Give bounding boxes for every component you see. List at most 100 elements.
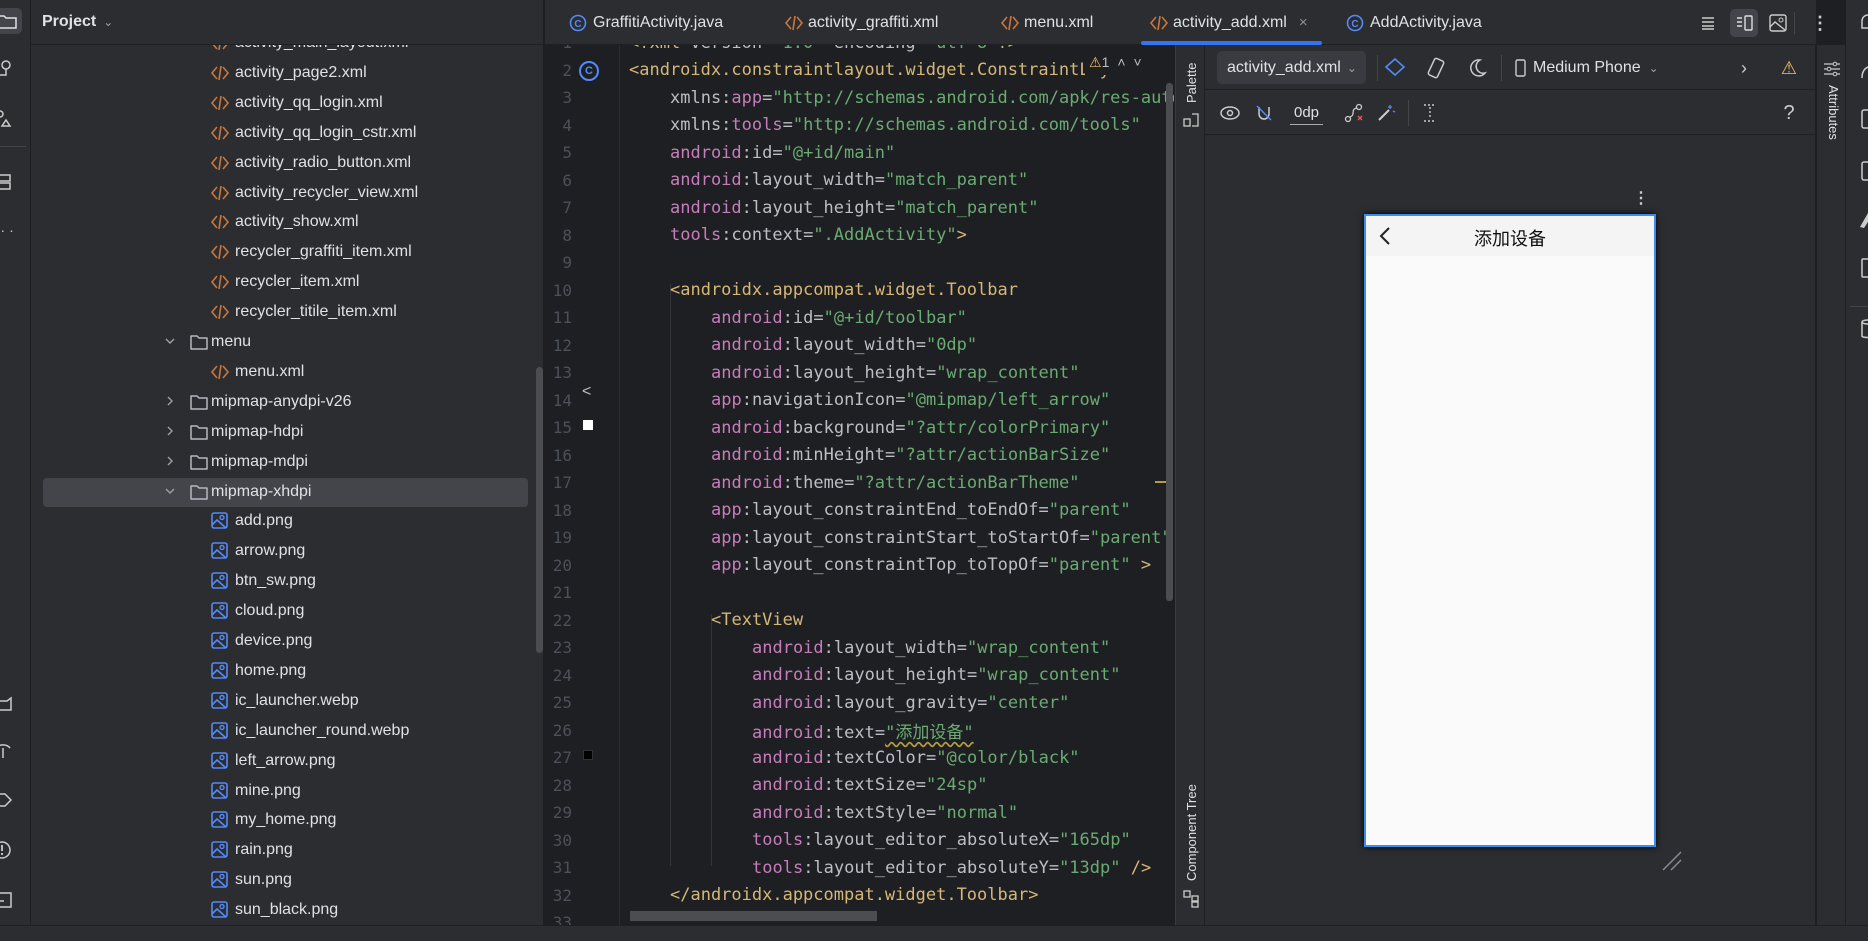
tree-file[interactable]: activity_main_layout.xml — [31, 45, 543, 58]
code-line[interactable]: 6 android:layout_width="match_parent" — [545, 166, 1174, 194]
code-line[interactable]: 3 xmlns:app="http://schemas.android.com/a… — [545, 84, 1174, 112]
tree-file[interactable]: my_home.png — [31, 805, 543, 835]
layout-preview-device[interactable]: 添加设备 — [1364, 214, 1656, 847]
code-line[interactable]: 4 xmlns:tools="http://schemas.android.com… — [545, 111, 1174, 139]
emulator-icon[interactable] — [1860, 257, 1868, 279]
component-tree-icon[interactable] — [1183, 890, 1199, 913]
gemini-icon[interactable] — [1858, 60, 1868, 82]
code-line[interactable]: 2 <androidx.constraintlayout.widget.Const… — [545, 56, 1174, 84]
code-line[interactable]: 28 android:textSize="24sp" — [545, 771, 1174, 799]
warning-icon[interactable]: ⚠ — [1777, 56, 1801, 80]
close-tab-icon[interactable]: × — [1299, 14, 1308, 31]
code-line[interactable]: 14 app:navigationIcon="@mipmap/left_arrow… — [545, 386, 1174, 414]
color-preview-white-icon[interactable] — [583, 420, 593, 430]
editor-tab[interactable]: C GraffitiActivity.java — [569, 0, 723, 45]
editor-tab[interactable]: activity_add.xml × — [1149, 0, 1308, 45]
resize-handle-icon[interactable] — [1661, 850, 1683, 872]
editor-tab[interactable]: C AddActivity.java — [1346, 0, 1482, 45]
code-line[interactable]: 32 </androidx.appcompat.widget.Toolbar> — [545, 881, 1174, 909]
tree-file[interactable]: cloud.png — [31, 596, 543, 626]
code-line[interactable]: 27 android:textColor="@color/black" — [545, 744, 1174, 772]
tree-file[interactable]: activity_qq_login.xml — [31, 88, 543, 118]
chevron-down-icon[interactable] — [163, 334, 177, 348]
more-tools-icon[interactable]: · · · — [0, 222, 14, 242]
chevron-down-icon[interactable] — [163, 484, 177, 498]
code-line[interactable]: 30 tools:layout_editor_absoluteX="165dp" — [545, 826, 1174, 854]
code-line[interactable]: 26 android:text="添加设备" — [545, 716, 1174, 744]
infer-constraints-wand-icon[interactable] — [1374, 101, 1398, 125]
guidelines-icon[interactable] — [1418, 101, 1442, 125]
running-devices-icon[interactable] — [1860, 160, 1868, 182]
code-line[interactable]: 21 — [545, 579, 1174, 607]
editor-vertical-scrollbar[interactable] — [1166, 83, 1173, 601]
tree-file[interactable]: activity_page2.xml — [31, 58, 543, 88]
code-line[interactable]: 5 android:id="@+id/main" — [545, 139, 1174, 167]
code-line[interactable]: 11 android:id="@+id/toolbar" — [545, 304, 1174, 332]
tree-file[interactable]: activity_recycler_view.xml — [31, 178, 543, 208]
code-line[interactable]: 13 android:layout_height="wrap_content" — [545, 359, 1174, 387]
code-line[interactable]: 1 <?xml version="1.0" encoding="utf-8"?> — [545, 45, 1174, 56]
autoconnect-magnet-icon[interactable] — [1252, 101, 1276, 125]
code-line[interactable]: 22 <TextView — [545, 606, 1174, 634]
design-view-button[interactable] — [1766, 11, 1790, 35]
pull-requests-icon[interactable] — [0, 109, 14, 129]
database-icon[interactable] — [1860, 318, 1868, 340]
code-line[interactable]: 23 android:layout_width="wrap_content" — [545, 634, 1174, 662]
navigation-icon-preview[interactable]: < — [582, 383, 591, 401]
tree-file[interactable]: ic_launcher_round.webp — [31, 716, 543, 746]
previous-highlight-icon[interactable]: ˄ — [1117, 54, 1125, 70]
code-line[interactable]: 29 android:textStyle="normal" — [545, 799, 1174, 827]
inspection-widget[interactable]: ⚠1 ˄ ˅ — [1085, 49, 1173, 75]
split-view-button[interactable] — [1730, 9, 1758, 37]
palette-tab[interactable]: Palette — [1184, 63, 1199, 103]
code-line[interactable]: 19 app:layout_constraintStart_toStartOf="… — [545, 524, 1174, 552]
next-highlight-icon[interactable]: ˅ — [1134, 54, 1142, 70]
code-line[interactable]: 7 android:layout_height="match_parent" — [545, 194, 1174, 222]
code-line[interactable]: 20 app:layout_constraintTop_toTopOf="pare… — [545, 551, 1174, 579]
tree-file[interactable]: left_arrow.png — [31, 746, 543, 776]
chevron-right-icon[interactable]: › — [1732, 56, 1756, 80]
tree-file[interactable]: recycler_titile_item.xml — [31, 297, 543, 327]
code-line[interactable]: 24 android:layout_height="wrap_content" — [545, 661, 1174, 689]
orientation-icon[interactable] — [1424, 56, 1448, 80]
build-icon[interactable] — [0, 790, 14, 810]
tree-file[interactable]: mine.png — [31, 776, 543, 806]
tree-folder[interactable]: mipmap-anydpi-v26 — [31, 387, 543, 417]
default-margin-button[interactable]: 0dp — [1290, 101, 1324, 125]
palette-icon[interactable] — [1183, 111, 1199, 132]
tree-file[interactable]: arrow.png — [31, 536, 543, 566]
color-preview-black-icon[interactable] — [583, 750, 593, 760]
project-tree-scrollbar[interactable] — [536, 367, 543, 653]
tree-file[interactable]: menu.xml — [31, 357, 543, 387]
tree-file[interactable]: add.png — [31, 506, 543, 536]
code-line[interactable]: 10 <androidx.appcompat.widget.Toolbar — [545, 276, 1174, 304]
layout-file-dropdown[interactable]: activity_add.xml ⌄ — [1217, 51, 1366, 84]
attributes-tab[interactable]: Attributes — [1826, 85, 1841, 140]
code-line[interactable]: 9 — [545, 249, 1174, 277]
app-inspection-icon[interactable] — [1856, 207, 1868, 229]
night-mode-icon[interactable] — [1465, 56, 1489, 80]
device-dropdown[interactable]: Medium Phone ⌄ — [1515, 51, 1659, 84]
tree-file[interactable]: recycler_graffiti_item.xml — [31, 237, 543, 267]
editor-tab[interactable]: activity_graffiti.xml — [784, 0, 938, 45]
code-line[interactable]: 18 app:layout_constraintEnd_toEndOf="pare… — [545, 496, 1174, 524]
attributes-icon[interactable] — [1823, 61, 1841, 77]
chevron-right-icon[interactable] — [163, 454, 177, 468]
design-blueprint-layers-icon[interactable] — [1383, 56, 1407, 80]
clear-constraints-icon[interactable] — [1342, 101, 1366, 125]
code-line[interactable]: 16 android:minHeight="?attr/actionBarSize… — [545, 441, 1174, 469]
code-line[interactable]: 17 android:theme="?attr/actionBarTheme" — [545, 469, 1174, 497]
editor-tab[interactable]: menu.xml — [1000, 0, 1093, 45]
code-line[interactable]: 15 android:background="?attr/colorPrimary… — [545, 414, 1174, 442]
tree-file[interactable]: sun.png — [31, 865, 543, 895]
chevron-right-icon[interactable] — [163, 424, 177, 438]
tree-file[interactable]: home.png — [31, 656, 543, 686]
tree-folder[interactable]: mipmap-mdpi — [31, 447, 543, 477]
tree-folder[interactable]: mipmap-hdpi — [31, 417, 543, 447]
code-line[interactable]: 25 android:layout_gravity="center" — [545, 689, 1174, 717]
tree-file[interactable]: activity_show.xml — [31, 207, 543, 237]
tree-folder[interactable]: mipmap-xhdpi — [31, 477, 543, 507]
tree-file[interactable]: activity_radio_button.xml — [31, 148, 543, 178]
app-quality-icon[interactable] — [0, 740, 14, 760]
code-editor[interactable]: 1 <?xml version="1.0" encoding="utf-8"?> 2… — [545, 45, 1174, 925]
